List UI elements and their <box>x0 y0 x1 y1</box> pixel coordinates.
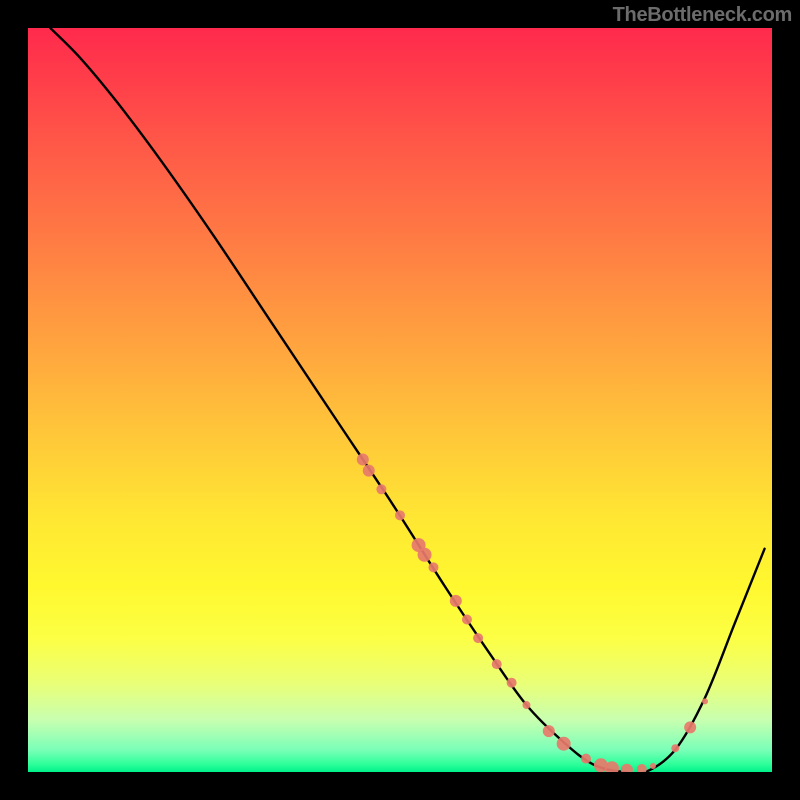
scatter-point <box>522 701 530 709</box>
scatter-point <box>428 562 438 572</box>
scatter-point <box>650 763 656 769</box>
scatter-point <box>418 548 432 562</box>
scatter-point <box>363 465 375 477</box>
scatter-point <box>543 725 555 737</box>
bottleneck-curve <box>50 28 764 772</box>
scatter-point <box>581 754 591 764</box>
scatter-point <box>507 678 517 688</box>
scatter-points <box>357 454 708 772</box>
scatter-point <box>376 484 386 494</box>
scatter-point <box>450 595 462 607</box>
scatter-point <box>473 633 483 643</box>
scatter-point <box>357 454 369 466</box>
watermark-text: TheBottleneck.com <box>613 4 792 27</box>
scatter-point <box>671 744 679 752</box>
scatter-point <box>462 614 472 624</box>
scatter-point <box>702 698 708 704</box>
scatter-point <box>395 510 405 520</box>
plot-area <box>28 28 772 772</box>
scatter-point <box>492 659 502 669</box>
scatter-point <box>684 721 696 733</box>
chart-svg <box>28 28 772 772</box>
scatter-point <box>637 764 647 772</box>
chart-container: TheBottleneck.com <box>0 0 800 800</box>
scatter-point <box>557 737 571 751</box>
scatter-point <box>621 764 633 772</box>
